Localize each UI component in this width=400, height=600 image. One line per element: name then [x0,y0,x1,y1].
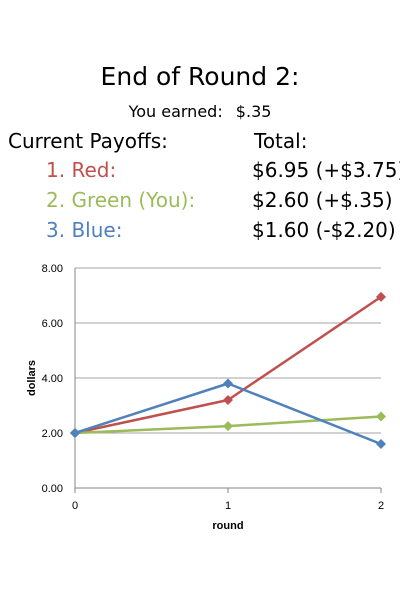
x-tick-label: 0 [72,500,78,512]
series-line [74,295,382,435]
player-green-label: 2. Green (You): [46,188,196,212]
data-point-marker [376,411,386,422]
round-title: End of Round 2: [100,62,300,91]
y-tick-label: 6.00 [42,318,63,330]
payoff-line-chart: 0.00 2.00 4.00 6.00 8.00 0 1 2 round dollars [26,263,386,532]
y-tick-label: 2.00 [42,428,63,440]
data-point-marker [223,378,233,389]
data-point-marker [376,439,386,449]
player-blue-total: $1.60 (-$2.20) [252,218,396,242]
y-tick-label: 4.00 [42,373,63,385]
earned-value: $.35 [235,102,272,121]
player-red-label: 1. Red: [46,158,117,182]
x-tick-label: 1 [225,500,231,512]
data-point-marker [70,428,80,438]
player-green-total: $2.60 (+$.35) [252,188,393,212]
payoffs-heading: Current Payoffs: [8,129,168,153]
data-point-marker [223,421,233,432]
y-tick-label: 0.00 [42,483,63,495]
series-line [74,382,382,446]
total-heading: Total: [254,129,308,153]
y-axis-label: dollars [26,360,38,396]
x-axis-label: round [212,520,243,532]
player-red-total: $6.95 (+$3.75) [252,158,400,182]
player-blue-label: 3. Blue: [46,218,123,242]
earned-label: You earned: [128,102,223,121]
y-tick-label: 8.00 [42,263,63,275]
earned-line: You earned: $.35 [0,101,400,123]
x-tick-label: 2 [378,500,384,512]
